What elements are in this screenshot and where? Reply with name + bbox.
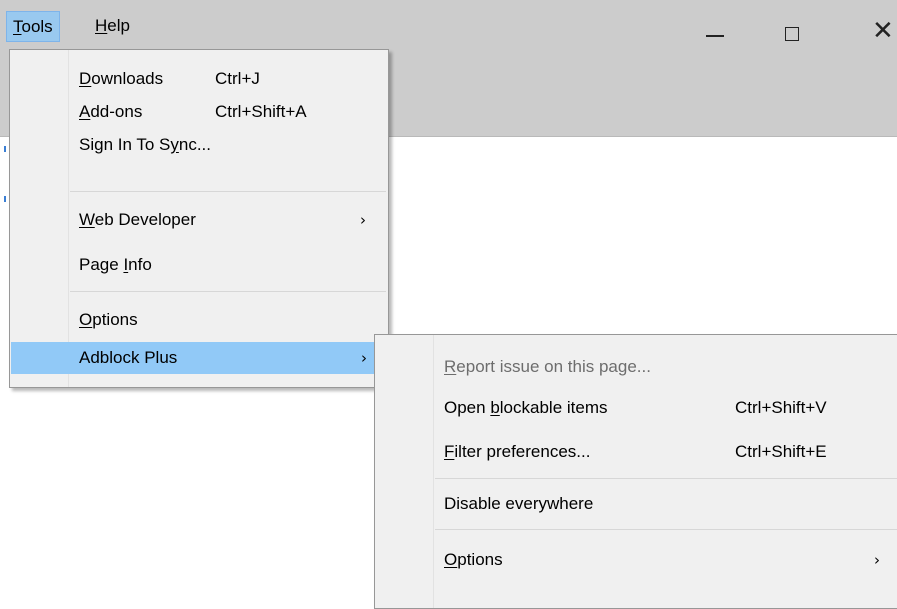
- options-mnemonic: O: [79, 310, 93, 329]
- menu-tools-label: ools: [21, 17, 53, 36]
- adblock-options-label: ptions: [457, 550, 503, 569]
- menu-item-downloads[interactable]: Downloads Ctrl+J: [12, 63, 386, 95]
- menu-separator: [70, 291, 386, 292]
- menu-item-options[interactable]: Options: [12, 304, 386, 336]
- addons-mnemonic: A: [79, 102, 91, 121]
- menu-item-report-issue[interactable]: Report issue on this page...: [377, 351, 897, 383]
- sign-in-label-pre: Sign In To S: [79, 135, 171, 154]
- downloads-mnemonic: D: [79, 69, 92, 88]
- addons-label: dd-ons: [90, 102, 143, 121]
- filter-prefs-label: ilter preferences...: [454, 442, 591, 461]
- sign-in-label-post: nc...: [178, 135, 211, 154]
- menu-item-open-blockable-items[interactable]: Open blockable items Ctrl+Shift+V: [377, 392, 897, 424]
- open-blockable-mnemonic: b: [490, 398, 500, 417]
- adblock-plus-submenu: Report issue on this page... Open blocka…: [374, 334, 897, 609]
- downloads-shortcut: Ctrl+J: [215, 69, 260, 88]
- menu-help[interactable]: Help: [89, 11, 136, 42]
- menu-separator: [70, 191, 386, 192]
- menu-item-addons[interactable]: Add-ons Ctrl+Shift+A: [12, 96, 386, 128]
- minimize-icon[interactable]: [706, 35, 724, 37]
- chevron-right-icon: ›: [360, 211, 366, 229]
- open-blockable-label-post: lockable items: [499, 398, 608, 417]
- web-developer-label: eb Developer: [94, 210, 196, 229]
- filter-prefs-mnemonic: F: [444, 442, 455, 461]
- close-icon[interactable]: ✕: [872, 18, 894, 44]
- menu-item-web-developer[interactable]: Web Developer ›: [12, 204, 386, 236]
- menu-item-adblock-plus[interactable]: Adblock Plus ›: [11, 342, 387, 374]
- menu-item-disable-everywhere[interactable]: Disable everywhere: [377, 488, 897, 520]
- report-issue-mnemonic: R: [444, 357, 457, 376]
- filter-prefs-shortcut: Ctrl+Shift+E: [735, 442, 827, 461]
- menu-help-mnemonic: H: [95, 16, 108, 35]
- downloads-label: ownloads: [91, 69, 164, 88]
- chevron-right-icon: ›: [361, 349, 367, 367]
- menu-tools-mnemonic: T: [13, 17, 22, 36]
- edge-mark: [4, 196, 6, 202]
- edge-mark: [4, 146, 6, 152]
- chevron-right-icon: ›: [874, 551, 880, 569]
- menu-item-sign-in-to-sync[interactable]: Sign In To Sync...: [12, 129, 386, 161]
- sign-in-mnemonic: y: [170, 135, 179, 154]
- disable-everywhere-label: Disable everywhere: [444, 494, 594, 513]
- tools-menu: Downloads Ctrl+J Add-ons Ctrl+Shift+A Si…: [9, 49, 389, 388]
- maximize-icon[interactable]: [785, 27, 799, 41]
- menu-help-label: elp: [107, 16, 130, 35]
- addons-shortcut: Ctrl+Shift+A: [215, 102, 307, 121]
- menu-item-adblock-options[interactable]: Options ›: [377, 544, 897, 576]
- web-developer-mnemonic: W: [79, 210, 95, 229]
- menu-item-filter-preferences[interactable]: Filter preferences... Ctrl+Shift+E: [377, 436, 897, 468]
- page-info-label-pre: Page: [79, 255, 124, 274]
- menu-separator: [435, 478, 897, 479]
- menu-item-page-info[interactable]: Page Info: [12, 249, 386, 281]
- report-issue-label: eport issue on this page...: [456, 357, 651, 376]
- open-blockable-shortcut: Ctrl+Shift+V: [735, 398, 827, 417]
- open-blockable-label-pre: Open: [444, 398, 491, 417]
- menu-tools[interactable]: Tools: [6, 11, 60, 42]
- menu-separator: [435, 529, 897, 530]
- adblock-options-mnemonic: O: [444, 550, 458, 569]
- options-label: ptions: [92, 310, 138, 329]
- adblock-plus-label: Adblock Plus: [79, 348, 178, 367]
- page-info-label-post: nfo: [128, 255, 152, 274]
